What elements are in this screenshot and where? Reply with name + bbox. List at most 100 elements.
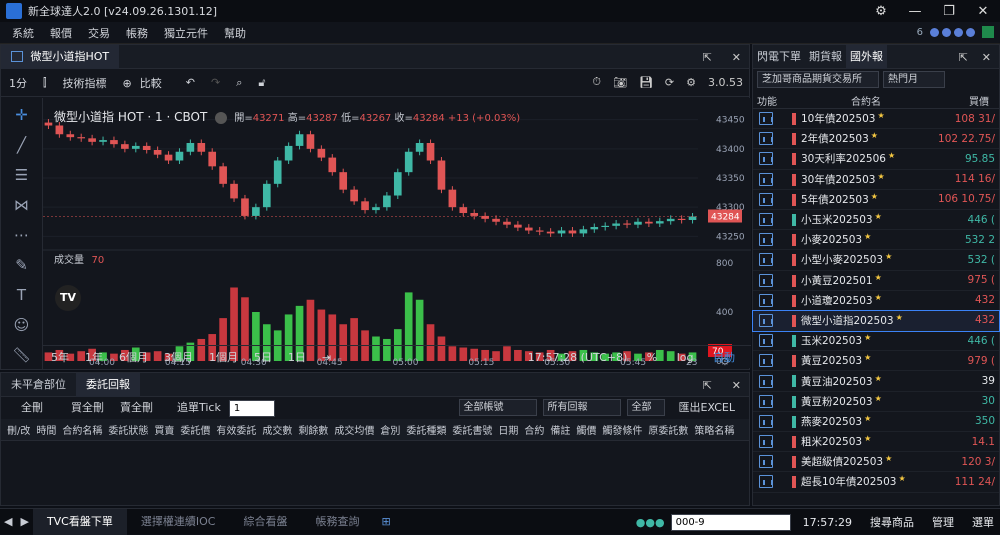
popout-icon[interactable]: ⇱ (703, 51, 712, 64)
percent-toggle[interactable]: % (639, 349, 665, 367)
chart-icon[interactable] (759, 435, 773, 449)
close-icon[interactable]: ✕ (966, 4, 1000, 19)
menu-help[interactable]: 幫助 (224, 25, 246, 41)
order-col-header[interactable]: 時間 (36, 422, 56, 437)
menu-button[interactable]: 選單 (966, 514, 1000, 530)
hide-legend-icon[interactable] (214, 112, 227, 124)
indicators-button[interactable]: 技術指標 (63, 75, 107, 91)
close-panel-icon[interactable]: ✕ (732, 379, 741, 392)
exchange-select[interactable]: 芝加哥商品期貨交易所 (757, 70, 879, 88)
manage-button[interactable]: 管理 (926, 514, 960, 530)
quote-row[interactable]: 黃豆油202503 ★ 39 (753, 371, 999, 392)
chart-icon[interactable] (759, 233, 773, 247)
month-select[interactable]: 熱門月 (883, 70, 945, 88)
tab-foreign-quote[interactable]: 國外報 (846, 44, 887, 69)
order-col-header[interactable]: 合約 (524, 422, 544, 437)
quote-row[interactable]: 2年債202503 ★ 102 22.75/ (753, 129, 999, 150)
chart-icon[interactable] (759, 273, 773, 287)
quote-row[interactable]: 5年債202503 ★ 106 10.75/ (753, 190, 999, 210)
order-col-header[interactable]: 倉別 (380, 422, 400, 437)
chart-icon[interactable] (759, 152, 773, 166)
quote-row[interactable]: 10年債202503 ★ 108 31/ (753, 109, 999, 130)
quote-row[interactable]: 黃豆202503 ★ 979 ( (753, 351, 999, 372)
order-col-header[interactable]: 剩餘數 (298, 422, 328, 437)
quote-row[interactable]: 美超級債202503 ★ 120 3/ (753, 452, 999, 473)
trendline-icon[interactable]: ╱ (17, 136, 26, 156)
chart-icon[interactable] (759, 374, 773, 388)
tab-open-positions[interactable]: 未平倉部位 (1, 373, 76, 397)
export-excel-button[interactable]: 匯出EXCEL (671, 399, 743, 417)
order-col-header[interactable]: 觸價 (576, 422, 596, 437)
range-3m[interactable]: 3個月 (156, 349, 201, 367)
chart-icon[interactable] (759, 213, 773, 227)
chart-icon[interactable] (759, 313, 773, 327)
cancel-sell-button[interactable]: 賣全刪 (112, 399, 161, 417)
order-col-header[interactable]: 合約名稱 (62, 422, 102, 437)
quote-row[interactable]: 30天利率202506 ★ 95.85 (753, 149, 999, 170)
order-col-header[interactable]: 日期 (498, 422, 518, 437)
quote-row[interactable]: 小黃豆202501 ★ 975 ( (753, 271, 999, 291)
order-col-header[interactable]: 備註 (550, 422, 570, 437)
candle-type-icon[interactable]: ⫿ (43, 76, 47, 90)
bottom-tab-overview[interactable]: 綜合看盤 (229, 509, 301, 535)
minimize-icon[interactable]: — (898, 4, 932, 19)
chart-icon[interactable] (759, 192, 773, 206)
emoji-icon[interactable]: ☺ (14, 316, 30, 336)
undo-icon[interactable]: ↶ (186, 76, 195, 89)
alert-icon[interactable]: ⏱ (592, 75, 601, 89)
range-1m[interactable]: 1個月 (201, 349, 246, 367)
order-col-header[interactable]: 刪/改 (7, 422, 30, 437)
lock-icon[interactable]: 🔓︎ (258, 76, 265, 90)
quote-row[interactable]: 玉米202503 ★ 446 ( (753, 331, 999, 352)
bottom-tab-account[interactable]: 帳務查詢 (301, 509, 373, 535)
compare-button[interactable]: ⊕ 比較 (123, 75, 170, 91)
auto-toggle[interactable]: 自動 (705, 349, 743, 367)
order-col-header[interactable]: 委託價 (180, 422, 210, 437)
restore-icon[interactable]: ❐ (932, 4, 966, 19)
tab-futures-quote[interactable]: 期貨報 (805, 45, 846, 69)
quote-row[interactable]: 燕麥202503 ★ 350 (753, 412, 999, 432)
quote-row[interactable]: 超長10年債202503 ★ 111 24/ (753, 472, 999, 493)
chart-icon[interactable] (759, 112, 773, 126)
range-1d[interactable]: 1日 (280, 349, 314, 367)
order-col-header[interactable]: 成交均價 (334, 422, 374, 437)
pattern-icon[interactable]: ⋈ (14, 196, 29, 216)
order-col-header[interactable]: 策略名稱 (694, 422, 734, 437)
cancel-all-button[interactable]: 全刪 (13, 399, 51, 417)
order-col-header[interactable]: 成交數 (262, 422, 292, 437)
quote-row[interactable]: 30年債202503 ★ 114 16/ (753, 170, 999, 190)
chart-icon[interactable] (759, 414, 773, 428)
text-icon[interactable]: T (17, 286, 26, 306)
chart-icon[interactable] (759, 475, 773, 489)
order-col-header[interactable]: 有效委託 (216, 422, 256, 437)
close-panel-icon[interactable]: ✕ (732, 51, 741, 64)
chart-icon[interactable] (759, 172, 773, 186)
close-panel-icon[interactable]: ✕ (982, 51, 991, 64)
order-col-header[interactable]: 委託狀態 (108, 422, 148, 437)
order-col-header[interactable]: 委託書號 (452, 422, 492, 437)
cancel-buy-button[interactable]: 買全刪 (63, 399, 112, 417)
menu-system[interactable]: 系統 (12, 25, 34, 41)
menu-quote[interactable]: 報價 (50, 25, 72, 41)
chart-icon[interactable] (759, 334, 773, 348)
range-6m[interactable]: 6個月 (111, 349, 156, 367)
all-select[interactable]: 全部 (626, 399, 665, 416)
redo-icon[interactable]: ↷ (211, 76, 220, 89)
quote-row[interactable]: 小型小麥202503 ★ 532 ( (753, 250, 999, 271)
quote-row[interactable]: 微型小道指202503 ★ 432 (752, 309, 1000, 333)
quote-row[interactable]: 粗米202503 ★ 14.1 (753, 432, 999, 453)
order-col-header[interactable]: 原委託數 (648, 422, 688, 437)
chart-icon[interactable] (759, 253, 773, 267)
menu-trade[interactable]: 交易 (88, 25, 110, 41)
order-col-header[interactable]: 觸發條件 (602, 422, 642, 437)
crosshair-icon[interactable]: ✛ (15, 106, 28, 126)
quote-row[interactable]: 小麥202503 ★ 532 2 (753, 230, 999, 251)
account-select[interactable]: 全部帳號 (458, 399, 537, 416)
settings-icon[interactable]: ⚙ (686, 76, 696, 89)
goto-date-icon[interactable]: ⇥ (314, 349, 339, 367)
brush-icon[interactable]: ✎ (15, 256, 28, 276)
popout-icon[interactable]: ⇱ (959, 51, 968, 64)
chart-icon[interactable] (759, 354, 773, 368)
bottom-tab-ioc[interactable]: 選擇權連續IOC (127, 509, 230, 535)
search-icon[interactable]: ⌕ (236, 76, 242, 90)
